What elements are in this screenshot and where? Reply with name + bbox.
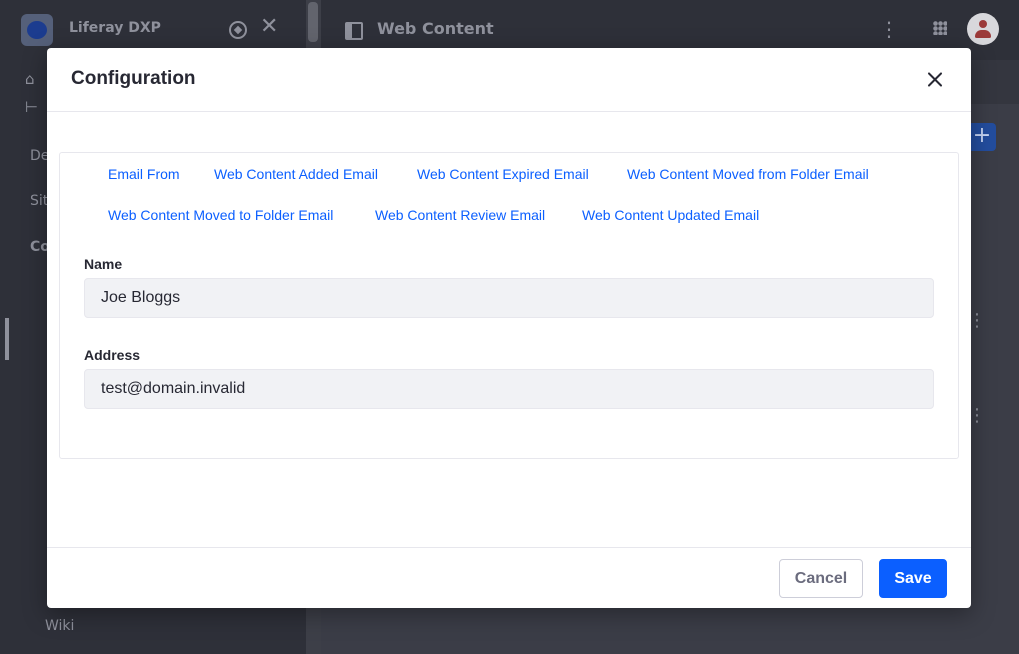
sidebar-scrollbar-thumb[interactable] xyxy=(308,2,318,42)
close-icon[interactable]: ✕ xyxy=(260,14,278,39)
kebab-menu-icon[interactable]: ⋮ xyxy=(879,17,899,41)
apps-grid-icon[interactable] xyxy=(933,21,947,35)
cancel-button[interactable]: Cancel xyxy=(779,559,863,598)
address-input[interactable] xyxy=(84,369,934,409)
modal-title: Configuration xyxy=(71,68,196,89)
user-avatar-icon[interactable] xyxy=(967,13,999,45)
modal-footer: Cancel Save xyxy=(47,547,971,609)
sidebar-active-indicator xyxy=(5,318,9,360)
product-name: Liferay DXP xyxy=(69,20,161,36)
sidebar-toggle-icon[interactable] xyxy=(345,22,363,40)
tab-web-content-expired-email[interactable]: Web Content Expired Email xyxy=(417,166,589,182)
sidebar-item-wiki[interactable]: Wiki xyxy=(45,618,74,634)
tab-web-content-moved-from-folder-email[interactable]: Web Content Moved from Folder Email xyxy=(627,166,869,182)
address-label: Address xyxy=(84,347,141,363)
page-tree-icon[interactable]: ⊢ xyxy=(25,98,38,116)
tab-email-from[interactable]: Email From xyxy=(108,166,180,182)
email-configuration-panel: Email From Web Content Added Email Web C… xyxy=(59,152,959,459)
tab-web-content-added-email[interactable]: Web Content Added Email xyxy=(214,166,378,182)
tab-web-content-updated-email[interactable]: Web Content Updated Email xyxy=(582,207,759,223)
add-button[interactable]: + xyxy=(968,123,996,151)
name-input[interactable] xyxy=(84,278,934,318)
modal-header: Configuration xyxy=(47,48,971,112)
sidebar-item-site-builder[interactable]: Sit xyxy=(30,193,48,209)
name-label: Name xyxy=(84,256,123,272)
compass-icon[interactable] xyxy=(229,21,247,39)
tab-web-content-moved-to-folder-email[interactable]: Web Content Moved to Folder Email xyxy=(108,207,333,223)
tab-web-content-review-email[interactable]: Web Content Review Email xyxy=(375,207,545,223)
save-button[interactable]: Save xyxy=(879,559,947,598)
configuration-modal: Configuration Email From Web Content Add… xyxy=(47,48,971,608)
home-icon[interactable]: ⌂ xyxy=(25,70,35,88)
page-title: Web Content xyxy=(377,19,494,38)
liferay-logo-icon xyxy=(21,14,53,46)
close-icon[interactable] xyxy=(923,68,947,92)
